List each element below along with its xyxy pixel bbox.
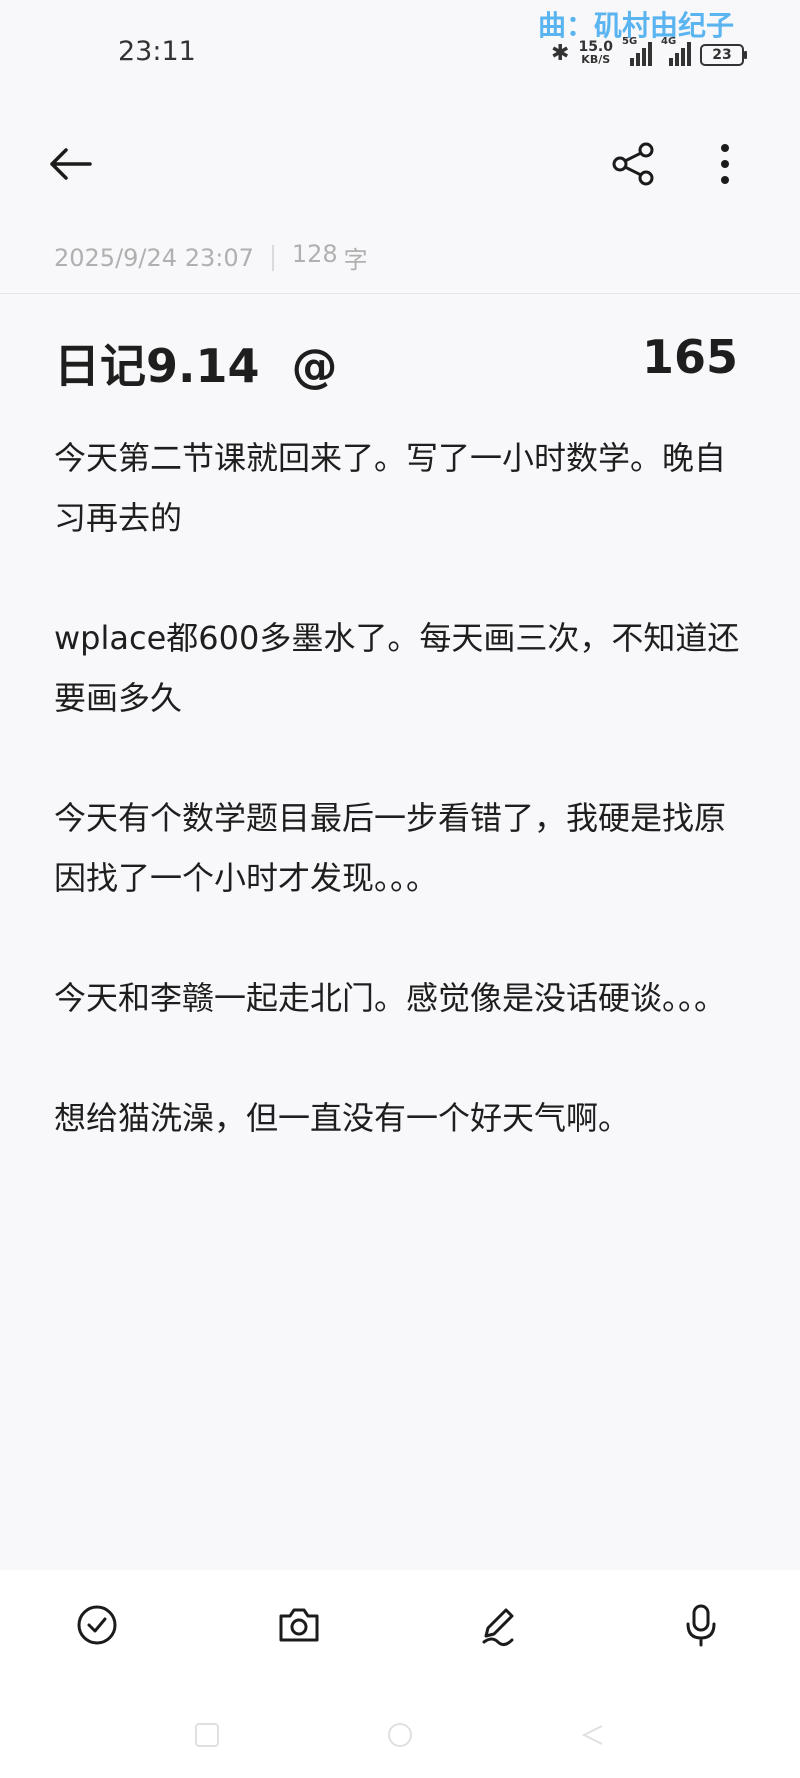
signal-4g-label: 4G — [661, 36, 677, 47]
network-speed-unit: KB/S — [581, 53, 611, 66]
note-title[interactable]: 日记9.14 @ — [54, 330, 338, 396]
checklist-icon — [77, 1605, 117, 1645]
note-title-number[interactable]: 165 — [642, 330, 738, 384]
signal-4g-icon: 4G — [661, 36, 691, 66]
camera-button[interactable] — [274, 1600, 324, 1650]
status-icons: ✱ 15.0 KB/S 5G 4G 23 — [551, 36, 747, 70]
nav-back-icon[interactable] — [578, 1720, 608, 1750]
char-count: 128 字 — [292, 240, 368, 275]
header-divider — [0, 293, 800, 294]
signal-5g-label: 5G — [622, 36, 638, 47]
checklist-button[interactable] — [72, 1600, 122, 1650]
char-count-unit: 字 — [343, 246, 368, 274]
note-title-row[interactable]: 日记9.14 @ 165 — [54, 330, 738, 393]
note-paragraph[interactable]: wplace都600多墨水了。每天画三次，不知道还要画多久 — [54, 608, 744, 728]
voice-input-button[interactable] — [676, 1600, 726, 1650]
char-count-value: 128 — [291, 240, 338, 268]
share-icon — [612, 142, 654, 186]
bottom-toolbar — [0, 1570, 800, 1778]
note-paragraph[interactable]: 想给猫洗澡，但一直没有一个好天气啊。 — [54, 1088, 744, 1148]
more-vertical-icon — [721, 144, 729, 184]
network-speed-value: 15.0 — [578, 39, 613, 55]
nav-recents-icon[interactable] — [192, 1720, 222, 1750]
back-button[interactable] — [46, 144, 96, 184]
more-options-button[interactable] — [710, 140, 740, 188]
bluetooth-icon: ✱ — [551, 41, 570, 66]
note-datetime: 2025/9/24 23:07 — [54, 243, 254, 272]
pen-icon — [482, 1608, 514, 1647]
status-bar: 23:11 曲：矶村由纪子 ✱ 15.0 KB/S 5G 4G 23 — [0, 0, 800, 100]
signal-5g-icon: 5G — [622, 36, 652, 66]
camera-icon — [279, 1608, 319, 1642]
note-paragraph[interactable]: 今天第二节课就回来了。写了一小时数学。晚自习再去的 — [54, 428, 744, 548]
microphone-icon — [686, 1604, 716, 1647]
status-time: 23:11 — [118, 36, 196, 67]
note-paragraph[interactable]: 今天有个数学题目最后一步看错了，我硬是找原因找了一个小时才发现。。。 — [54, 788, 744, 908]
network-speed: 15.0 KB/S — [578, 40, 613, 66]
note-body[interactable]: 今天第二节课就回来了。写了一小时数学。晚自习再去的 wplace都600多墨水了… — [54, 428, 744, 1208]
pen-button[interactable] — [474, 1600, 524, 1650]
nav-home-icon[interactable] — [385, 1720, 415, 1750]
arrow-left-icon — [50, 148, 92, 180]
share-button[interactable] — [610, 142, 658, 186]
note-meta: 2025/9/24 23:07 128 字 — [54, 240, 368, 275]
note-header — [0, 130, 800, 200]
battery-icon: 23 — [700, 44, 747, 66]
battery-level: 23 — [712, 47, 732, 63]
note-paragraph[interactable]: 今天和李赣一起走北门。感觉像是没话硬谈。。。 — [54, 968, 744, 1028]
meta-divider — [271, 244, 274, 271]
